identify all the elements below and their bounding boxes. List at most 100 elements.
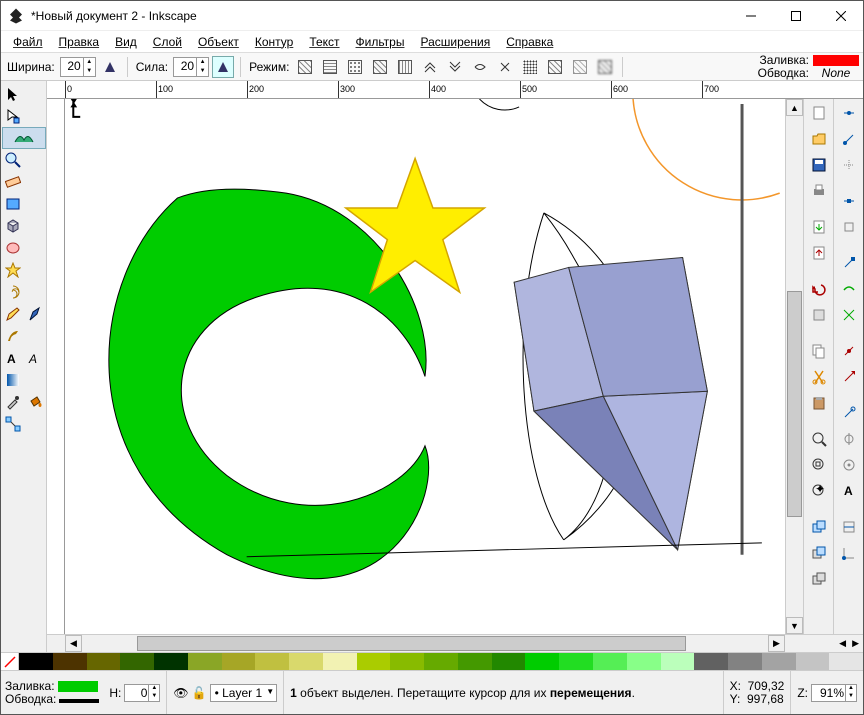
palette-swatch[interactable] [661,653,695,670]
layer-visible-icon[interactable]: 👁 [173,686,188,700]
text-tool-2[interactable]: A [24,347,46,369]
stroke-value[interactable]: None [813,67,859,80]
open-button[interactable] [807,127,831,151]
palette-swatch[interactable] [154,653,188,670]
mode-13[interactable] [594,56,616,78]
snap-2[interactable] [837,127,861,151]
fill-swatch[interactable] [813,55,859,66]
pressure-force-toggle[interactable] [212,56,234,78]
palette-swatch[interactable] [525,653,559,670]
snap-3[interactable] [837,153,861,177]
snap-6[interactable] [837,251,861,275]
calligraphy-tool[interactable] [2,325,24,347]
palette-swatch[interactable] [424,653,458,670]
star-tool[interactable] [2,259,24,281]
palette-swatch[interactable] [289,653,323,670]
node-tool[interactable] [2,105,24,127]
bucket-tool[interactable] [24,391,46,413]
gradient-tool[interactable] [2,369,24,391]
scrollbar-horizontal[interactable]: ◀ ▶ [65,634,785,652]
palette-right-arrow[interactable]: ▶ [852,638,859,649]
snap-14[interactable] [837,515,861,539]
layer-selector[interactable]: • Layer 1▼ [210,684,278,702]
zoom-input[interactable]: 91%▲▼ [811,684,857,702]
maximize-button[interactable] [773,1,818,31]
palette-swatch[interactable] [323,653,357,670]
palette-swatch[interactable] [390,653,424,670]
menu-file[interactable]: Файл [7,33,49,51]
snap-1[interactable] [837,101,861,125]
copy-button[interactable] [807,339,831,363]
snap-11[interactable] [837,401,861,425]
palette-swatch[interactable] [458,653,492,670]
no-color-swatch[interactable] [1,653,19,670]
scrollbar-vertical[interactable]: ▲ ▼ [785,99,803,634]
snap-15[interactable] [837,541,861,565]
mode-3[interactable] [344,56,366,78]
palette-swatch[interactable] [19,653,53,670]
mode-5[interactable] [394,56,416,78]
ellipse-tool[interactable] [2,237,24,259]
menu-layer[interactable]: Слой [147,33,188,51]
text-baseline-snap[interactable]: A [837,479,861,503]
text-tool[interactable]: A [2,347,24,369]
mode-4[interactable] [369,56,391,78]
palette-swatch[interactable] [762,653,796,670]
snap-10[interactable] [837,365,861,389]
connector-tool[interactable] [2,413,24,435]
dropper-tool[interactable] [2,391,24,413]
duplicate-button[interactable] [807,515,831,539]
zoom-page-button[interactable] [807,453,831,477]
status-stroke-swatch[interactable] [59,699,99,703]
mode-1[interactable] [294,56,316,78]
snap-13[interactable] [837,453,861,477]
menu-edit[interactable]: Правка [53,33,106,51]
palette-left-arrow[interactable]: ◀ [839,638,846,649]
new-doc-button[interactable] [807,101,831,125]
rect-tool[interactable] [2,193,24,215]
palette-swatch[interactable] [694,653,728,670]
mode-11[interactable] [544,56,566,78]
palette-swatch[interactable] [357,653,391,670]
3dbox-tool[interactable] [2,215,24,237]
menu-filters[interactable]: Фильтры [350,33,411,51]
snap-7[interactable] [837,277,861,301]
color-palette[interactable] [1,652,863,670]
palette-swatch[interactable] [255,653,289,670]
cut-button[interactable] [807,365,831,389]
snap-8[interactable] [837,303,861,327]
minimize-button[interactable] [728,1,773,31]
mode-12[interactable] [569,56,591,78]
force-input[interactable]: 20▲▼ [173,57,209,77]
palette-swatch[interactable] [796,653,830,670]
palette-swatch[interactable] [188,653,222,670]
save-button[interactable] [807,153,831,177]
mode-8[interactable] [469,56,491,78]
zoom-drawing-button[interactable]: ✦ [807,479,831,503]
zoom-tool[interactable] [2,149,24,171]
menu-view[interactable]: Вид [109,33,143,51]
palette-swatch[interactable] [627,653,661,670]
mode-9[interactable] [494,56,516,78]
palette-swatch[interactable] [120,653,154,670]
canvas[interactable] [65,99,785,634]
snap-12[interactable] [837,427,861,451]
tweak-tool[interactable] [2,127,46,149]
mode-7[interactable] [444,56,466,78]
mode-6[interactable] [419,56,441,78]
palette-swatch[interactable] [222,653,256,670]
zoom-fit-button[interactable] [807,427,831,451]
pressure-width-toggle[interactable] [99,56,121,78]
palette-swatch[interactable] [559,653,593,670]
selector-tool[interactable] [2,83,24,105]
mode-2[interactable] [319,56,341,78]
palette-swatch[interactable] [728,653,762,670]
palette-swatch[interactable] [593,653,627,670]
menu-path[interactable]: Контур [249,33,299,51]
status-fill-swatch[interactable] [58,681,98,692]
palette-swatch[interactable] [53,653,87,670]
redo-button[interactable] [807,303,831,327]
paste-button[interactable] [807,391,831,415]
import-button[interactable] [807,215,831,239]
layer-lock-icon[interactable]: 🔓 [192,686,207,700]
